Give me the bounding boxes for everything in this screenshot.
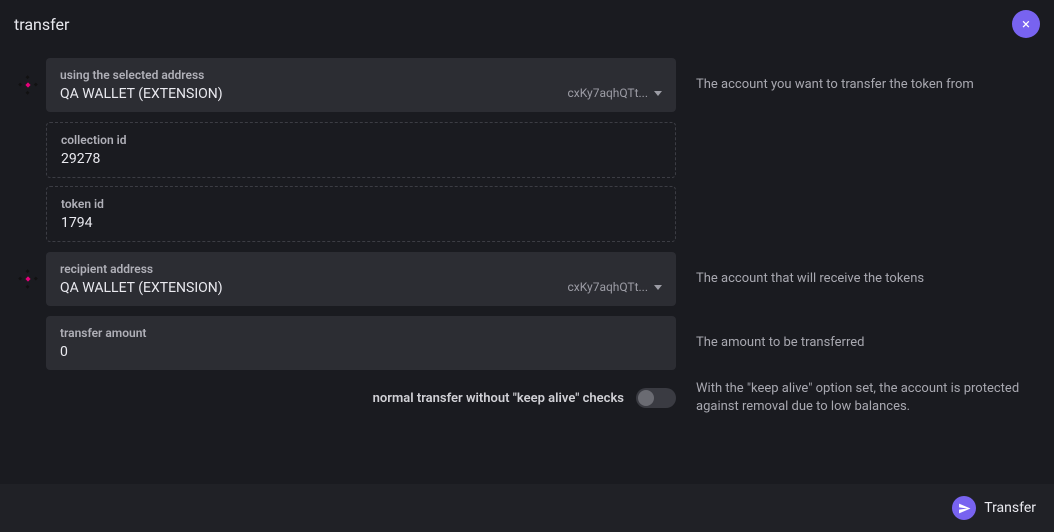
- token-id-value: 1794: [61, 215, 661, 231]
- transfer-button[interactable]: Transfer: [952, 496, 1036, 520]
- chevron-down-icon: [654, 285, 662, 290]
- close-button[interactable]: ×: [1012, 10, 1040, 38]
- recipient-help: The account that will receive the tokens: [696, 252, 1038, 306]
- ids-row: collection id 29278 token id 1794: [16, 122, 1038, 242]
- chevron-down-icon: [654, 91, 662, 96]
- from-account-identicon: [17, 74, 39, 96]
- recipient-short-address: cxKy7aqhQTt...: [568, 280, 663, 294]
- modal-header: transfer ×: [0, 0, 1054, 46]
- amount-help: The amount to be transferred: [696, 316, 1038, 370]
- collection-id-field: collection id 29278: [46, 122, 676, 178]
- keep-alive-row: normal transfer without "keep alive" che…: [16, 380, 1038, 416]
- recipient-identicon: [17, 268, 39, 290]
- from-account-help: The account you want to transfer the tok…: [696, 58, 1038, 112]
- send-icon: [952, 496, 976, 520]
- close-icon: ×: [1022, 17, 1030, 32]
- keep-alive-toggle[interactable]: [636, 388, 676, 408]
- from-account-selector[interactable]: using the selected address QA WALLET (EX…: [46, 58, 676, 112]
- token-id-field: token id 1794: [46, 186, 676, 242]
- keep-alive-help: With the "keep alive" option set, the ac…: [696, 380, 1038, 416]
- from-account-row: using the selected address QA WALLET (EX…: [16, 58, 1038, 112]
- toggle-knob: [638, 390, 654, 406]
- amount-row: transfer amount 0 The amount to be trans…: [16, 316, 1038, 370]
- recipient-label: recipient address: [60, 262, 662, 276]
- collection-id-label: collection id: [61, 133, 661, 147]
- recipient-selector[interactable]: recipient address QA WALLET (EXTENSION) …: [46, 252, 676, 306]
- transfer-amount-label: transfer amount: [60, 326, 662, 340]
- transfer-amount-field[interactable]: transfer amount 0: [46, 316, 676, 370]
- transfer-amount-value: 0: [60, 344, 662, 360]
- modal-title: transfer: [14, 15, 69, 34]
- recipient-row: recipient address QA WALLET (EXTENSION) …: [16, 252, 1038, 306]
- modal-footer: Transfer: [0, 484, 1054, 532]
- from-account-label: using the selected address: [60, 68, 662, 82]
- modal-body: using the selected address QA WALLET (EX…: [0, 46, 1054, 484]
- token-id-label: token id: [61, 197, 661, 211]
- keep-alive-toggle-label: normal transfer without "keep alive" che…: [373, 391, 624, 406]
- from-account-short-address: cxKy7aqhQTt...: [568, 86, 663, 100]
- transfer-button-label: Transfer: [984, 500, 1036, 516]
- collection-id-value: 29278: [61, 151, 661, 167]
